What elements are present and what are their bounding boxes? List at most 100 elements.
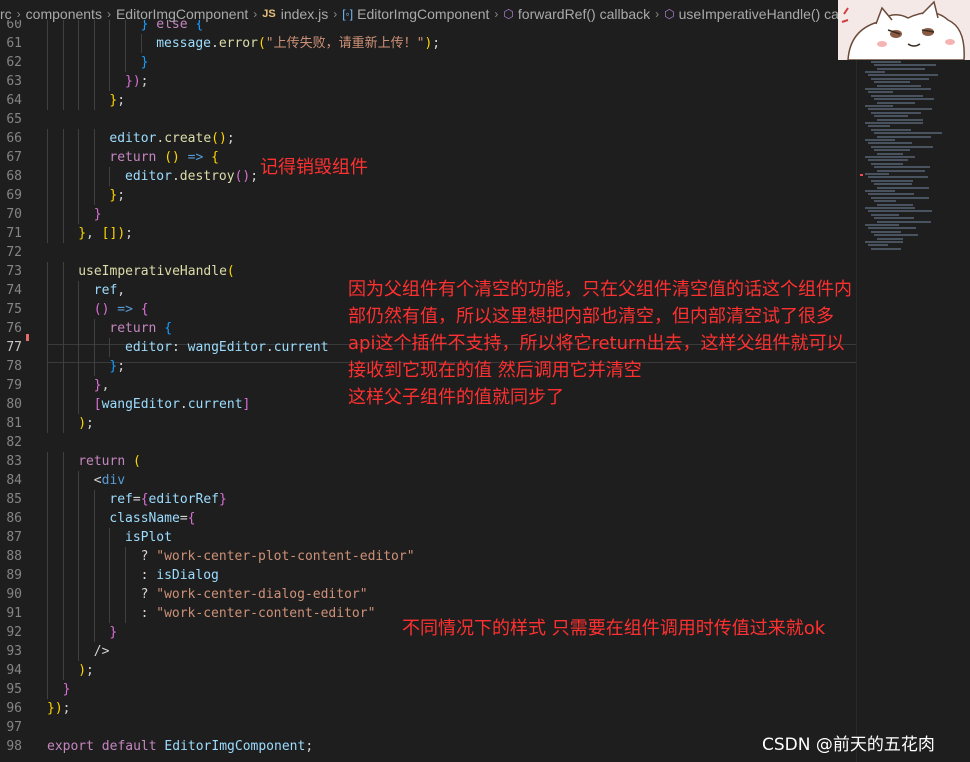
indent-guide: [93, 528, 95, 547]
class-symbol-icon: [◦]: [342, 7, 354, 21]
chevron-right-icon: ›: [494, 7, 499, 21]
chevron-right-icon: ›: [333, 7, 338, 21]
code-line[interactable]: 67 return () => {: [0, 148, 856, 167]
minimap-line: [871, 77, 929, 80]
line-number: 91: [6, 606, 22, 621]
indent-guide: [93, 319, 95, 338]
code-line[interactable]: 94);: [0, 661, 856, 680]
indent-guide: [78, 509, 80, 528]
line-number: 90: [6, 587, 22, 602]
indent-guide: [93, 566, 95, 585]
indent-guide: [62, 20, 64, 34]
indent-guide: [62, 376, 64, 395]
line-number: 83: [6, 454, 22, 469]
code-line[interactable]: 89: isDialog: [0, 566, 856, 585]
indent-guide: [62, 129, 64, 148]
code-text: };: [109, 93, 126, 108]
code-line[interactable]: 86 className={: [0, 509, 856, 528]
chevron-right-icon: ›: [16, 7, 21, 21]
indent-guide: [47, 566, 48, 585]
code-line[interactable]: 66 editor.create();: [0, 129, 856, 148]
indent-guide: [93, 338, 95, 357]
line-number: 92: [6, 625, 22, 640]
indent-guide: [62, 547, 64, 566]
minimap[interactable]: [856, 20, 970, 762]
minimap-line: [865, 122, 923, 124]
code-line[interactable]: 70}: [0, 205, 856, 224]
minimap-line: [868, 227, 916, 230]
indent-guide: [93, 53, 95, 72]
indent-guide: [47, 338, 48, 357]
minimap-error-marker: [860, 174, 863, 176]
code-line[interactable]: 96});: [0, 699, 856, 718]
line-number: 63: [6, 74, 22, 89]
code-line[interactable]: 65: [0, 110, 856, 129]
code-text: () => {: [93, 302, 149, 317]
indent-guide: [47, 281, 48, 300]
code-line[interactable]: 64};: [0, 91, 856, 110]
code-line[interactable]: 97: [0, 718, 856, 737]
code-line[interactable]: 98 export default EditorImgComponent;: [0, 737, 856, 756]
line-number: 94: [6, 663, 22, 678]
minimap-line: [877, 84, 921, 87]
code-line[interactable]: 83 return (: [0, 452, 856, 471]
code-text: ref={editorRef}: [109, 492, 227, 507]
code-line[interactable]: 72: [0, 243, 856, 262]
code-line[interactable]: 69};: [0, 186, 856, 205]
code-line[interactable]: 71 }, []);: [0, 224, 856, 243]
code-line[interactable]: 82: [0, 433, 856, 452]
code-line[interactable]: 93 />: [0, 642, 856, 661]
indent-guide: [125, 604, 126, 623]
code-line[interactable]: 60} else {: [0, 20, 856, 34]
indent-guide: [47, 623, 48, 642]
indent-guide: [47, 547, 48, 566]
code-line[interactable]: 87 isPlot: [0, 528, 856, 547]
annotation-style-explanation: 不同情况下的样式 只需要在组件调用时传值过来就ok: [402, 618, 826, 639]
minimap-line: [868, 159, 908, 162]
indent-guide: [62, 224, 64, 243]
code-line[interactable]: 90 ? "work-center-dialog-editor": [0, 585, 856, 604]
indent-guide: [62, 319, 64, 338]
minimap-line: [874, 132, 942, 135]
code-text: } else {: [140, 20, 204, 32]
code-line[interactable]: 62}: [0, 53, 856, 72]
line-number: 95: [6, 682, 22, 697]
code-line[interactable]: 63});: [0, 72, 856, 91]
code-text: }, []);: [78, 226, 133, 241]
indent-guide: [78, 642, 80, 661]
line-number: 62: [6, 55, 22, 70]
indent-guide: [47, 585, 48, 604]
code-line[interactable]: 95}: [0, 680, 856, 699]
code-text: );: [78, 663, 94, 678]
indent-guide: [78, 395, 80, 414]
code-line[interactable]: 85 ref={editorRef}: [0, 490, 856, 509]
indent-guide: [62, 186, 64, 205]
minimap-line: [874, 183, 912, 186]
indent-guide: [47, 186, 48, 205]
indent-guide: [109, 338, 111, 357]
line-number: 84: [6, 473, 22, 488]
line-number: 71: [6, 226, 22, 241]
indent-guide: [47, 319, 48, 338]
indent-guide: [93, 604, 95, 623]
line-number: 68: [6, 169, 22, 184]
minimap-line: [871, 128, 911, 131]
code-text: editor.create();: [109, 131, 235, 146]
code-text: return () => {: [109, 150, 219, 165]
code-line[interactable]: 84 <div: [0, 471, 856, 490]
indent-guide: [47, 205, 48, 224]
indent-guide: [62, 91, 64, 110]
code-line[interactable]: 68 editor.destroy();: [0, 167, 856, 186]
code-line[interactable]: 88 ? "work-center-plot-content-editor": [0, 547, 856, 566]
indent-guide: [140, 34, 142, 53]
minimap-line: [868, 108, 932, 111]
code-line[interactable]: 81);: [0, 414, 856, 433]
code-line[interactable]: 61 message.error("上传失败，请重新上传！");: [0, 34, 856, 53]
indent-guide: [78, 566, 80, 585]
line-number: 87: [6, 530, 22, 545]
minimap-line: [865, 207, 915, 209]
indent-guide: [47, 357, 48, 376]
indent-guide: [109, 72, 111, 91]
indent-guide: [47, 72, 48, 91]
indent-guide: [62, 72, 64, 91]
